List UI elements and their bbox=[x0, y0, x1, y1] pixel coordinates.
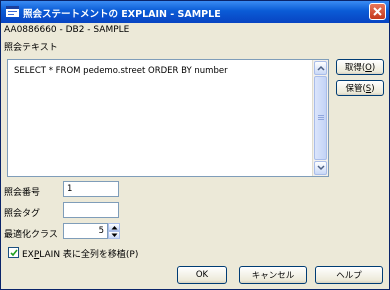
spin-down-button[interactable] bbox=[108, 231, 120, 239]
arrow-down-icon bbox=[111, 233, 118, 237]
populate-all-columns-label[interactable]: EXPLAIN 表に全列を移植(P) bbox=[22, 247, 138, 260]
spin-up-button[interactable] bbox=[108, 223, 120, 231]
title-bar[interactable]: 照会ステートメントの EXPLAIN - SAMPLE bbox=[1, 1, 389, 23]
arrow-down-icon bbox=[317, 165, 325, 171]
query-text-area[interactable]: SELECT * FROM pedemo.street ORDER BY num… bbox=[7, 59, 329, 177]
vertical-scrollbar[interactable] bbox=[312, 60, 328, 176]
connection-path: AA0886660 - DB2 - SAMPLE bbox=[4, 25, 130, 35]
cancel-button[interactable]: キャンセル bbox=[239, 266, 307, 284]
query-tag-label: 照会タグ bbox=[4, 209, 41, 219]
scroll-up-button[interactable] bbox=[314, 61, 327, 75]
window-title: 照会ステートメントの EXPLAIN - SAMPLE bbox=[23, 9, 221, 20]
arrow-up-icon bbox=[317, 65, 325, 71]
query-tag-field[interactable] bbox=[63, 202, 119, 218]
close-button[interactable] bbox=[369, 3, 386, 20]
scroll-down-button[interactable] bbox=[314, 161, 327, 175]
close-icon bbox=[373, 7, 382, 16]
query-text[interactable]: SELECT * FROM pedemo.street ORDER BY num… bbox=[14, 66, 228, 76]
help-button[interactable]: ヘルプ bbox=[315, 266, 383, 284]
query-text-label: 照会テキスト bbox=[4, 43, 58, 53]
arrow-up-icon bbox=[111, 226, 118, 230]
checkmark-icon bbox=[10, 249, 18, 257]
scroll-thumb[interactable] bbox=[314, 76, 327, 160]
optimization-class-field[interactable] bbox=[63, 223, 108, 239]
ok-button[interactable]: OK bbox=[177, 266, 227, 284]
query-number-label: 照会番号 bbox=[4, 188, 41, 198]
optimization-class-label: 最適化クラス bbox=[4, 230, 58, 240]
get-button[interactable]: 取得(O) bbox=[336, 59, 384, 75]
optimization-class-spinner[interactable] bbox=[108, 223, 120, 239]
explain-dialog: 照会ステートメントの EXPLAIN - SAMPLE AA0886660 - … bbox=[0, 0, 390, 290]
query-number-field[interactable] bbox=[63, 181, 119, 197]
populate-all-columns-checkbox[interactable] bbox=[8, 247, 19, 258]
app-icon bbox=[6, 6, 19, 17]
save-button[interactable]: 保管(S) bbox=[336, 80, 384, 96]
